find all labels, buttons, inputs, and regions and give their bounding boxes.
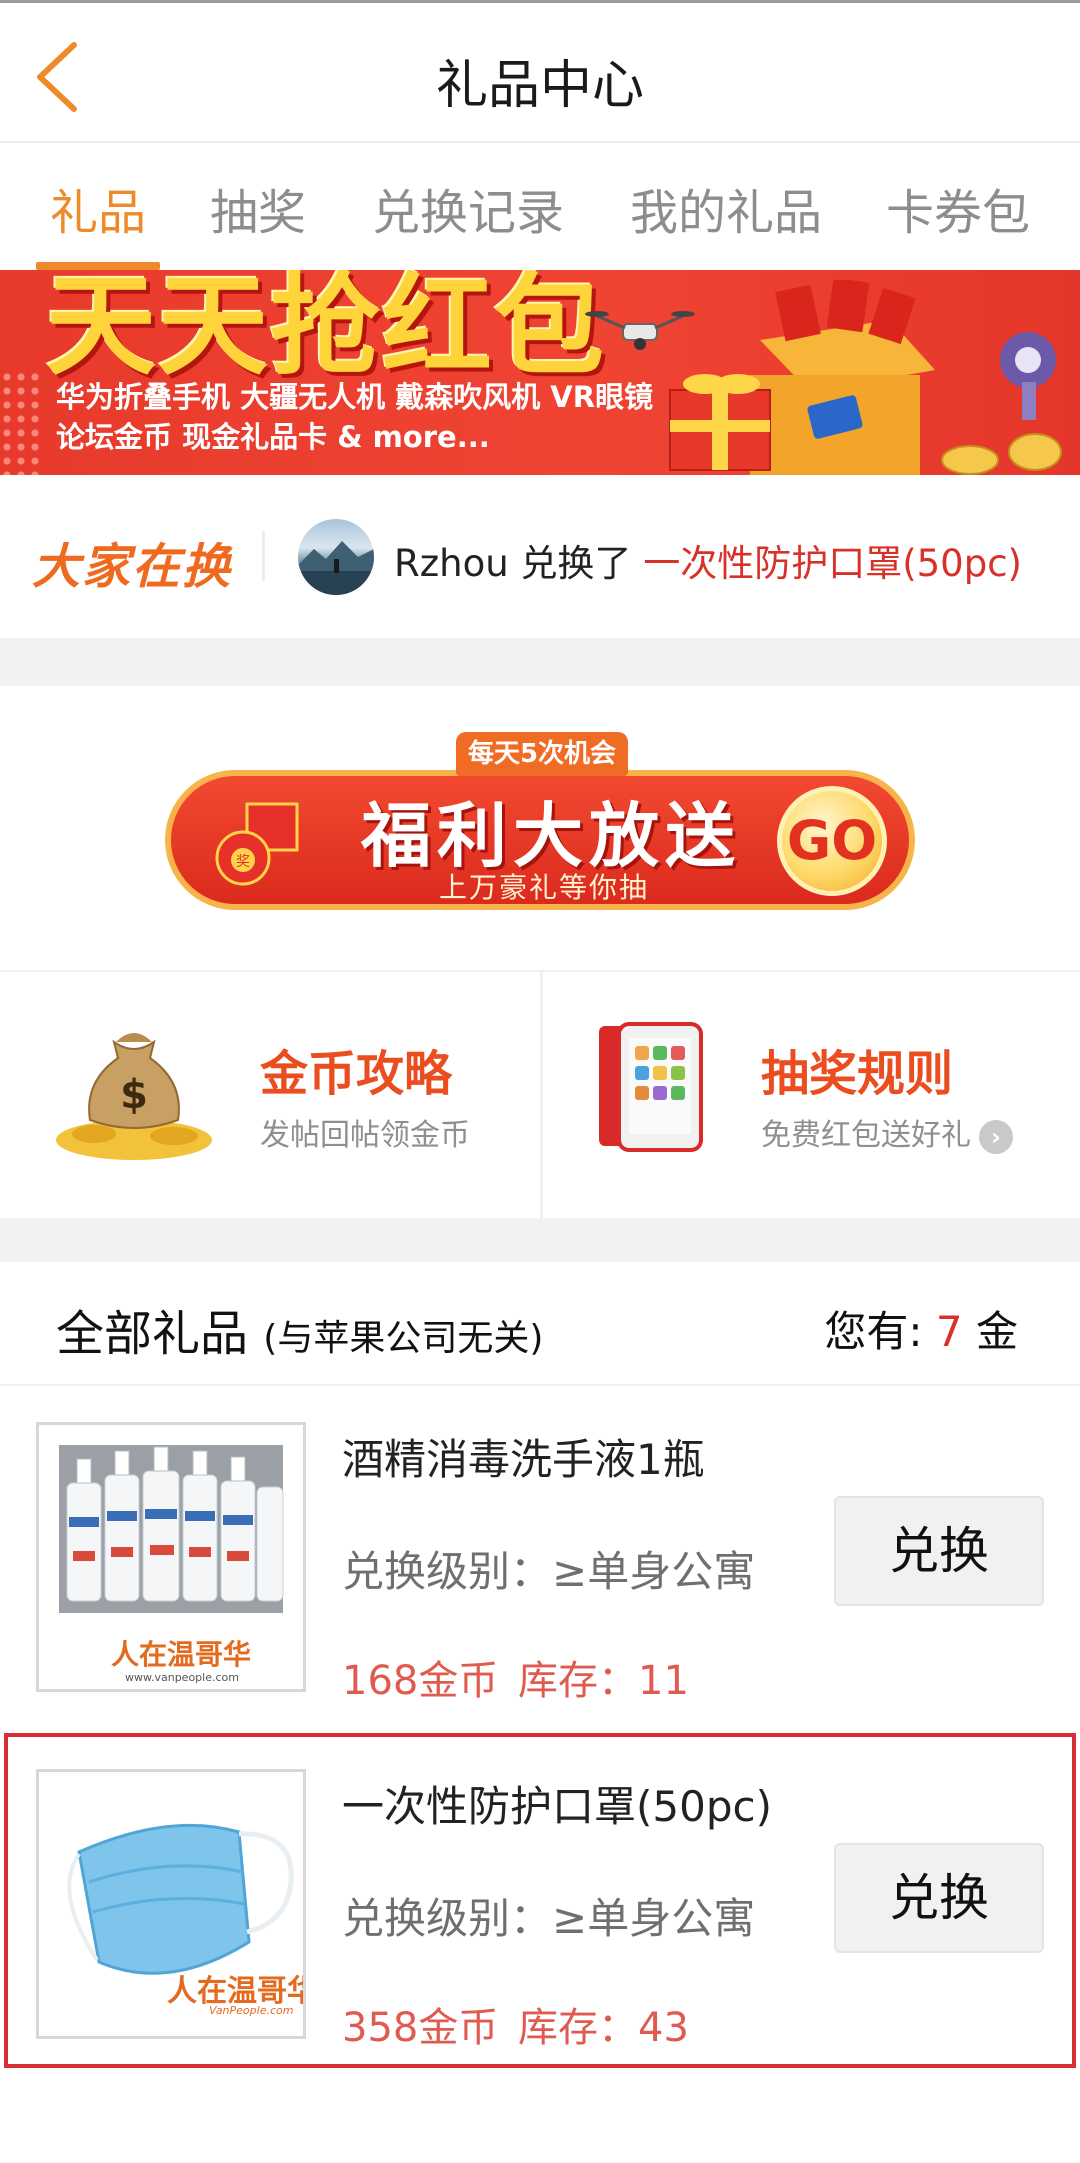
chevron-right-icon[interactable]: › xyxy=(979,1119,1013,1154)
active-tab-indicator xyxy=(36,262,160,270)
gift-item: 人在温哥华 VanPeople.com 一次性防护口罩(50pc) 兑换级别：≥… xyxy=(0,1733,1080,2078)
gift-price: 168金币 xyxy=(342,1658,499,1704)
exchange-button[interactable]: 兑换 xyxy=(834,1843,1044,1953)
gift-level: 兑换级别：≥单身公寓 xyxy=(342,1894,756,1943)
gift-stock: 库存：43 xyxy=(518,2005,689,2051)
daily-chances-badge: 每天5次机会 xyxy=(456,732,628,776)
gift-box-icon xyxy=(669,280,935,475)
gift-name[interactable]: 一次性防护口罩(50pc) xyxy=(342,1773,772,1834)
phone-icon xyxy=(599,1022,703,1152)
go-button[interactable]: GO xyxy=(777,786,887,896)
lottery-rules-subtitle: 免费红包送好礼 › xyxy=(761,1110,1013,1154)
balance-unit: 金 xyxy=(975,1307,1018,1356)
balance-prefix: 您有: xyxy=(824,1307,923,1356)
section-separator-2 xyxy=(0,1218,1080,1262)
svg-text:奖: 奖 xyxy=(236,853,250,870)
gold-coins-icon xyxy=(941,433,1062,475)
ticker-user[interactable]: Rzhou xyxy=(394,542,509,585)
gift-level: 兑换级别：≥单身公寓 xyxy=(342,1547,756,1596)
app-header: 礼品中心 xyxy=(0,3,1080,143)
watermark-url: www.vanpeople.com xyxy=(125,1671,239,1684)
gift-price: 358金币 xyxy=(342,2005,499,2051)
welfare-subtitle: 上万豪礼等你抽 xyxy=(439,871,650,904)
ticker-item[interactable]: 一次性防护口罩(50pc) xyxy=(643,542,1022,585)
tab-card-wallet[interactable]: 卡券包 xyxy=(886,173,1030,243)
gifts-section-header: 全部礼品 (与苹果公司无关) 您有: 7 金 xyxy=(0,1262,1080,1386)
coin-guide-card[interactable]: $ 金币攻略 发帖回帖领金币 xyxy=(0,972,540,1218)
info-cards: $ 金币攻略 发帖回帖领金币 抽奖规则 免费红包送好礼 › xyxy=(0,970,1080,1218)
gift-stock: 库存：11 xyxy=(518,1658,689,1704)
lottery-rules-title: 抽奖规则 xyxy=(761,1046,954,1102)
watermark-logo: 人在温哥华 xyxy=(111,1638,252,1671)
bottom-whitespace xyxy=(0,2080,1080,2163)
ticker-action: 兑换了 xyxy=(520,542,632,585)
tab-gifts[interactable]: 礼品 xyxy=(50,173,146,243)
hair-dryer-icon xyxy=(1000,332,1056,420)
gift-thumbnail-mask[interactable]: 人在温哥华 VanPeople.com xyxy=(36,1769,306,2039)
svg-text:$: $ xyxy=(120,1072,148,1118)
avatar[interactable] xyxy=(298,519,374,595)
coin-guide-title: 金币攻略 xyxy=(260,1046,453,1102)
tab-my-gifts[interactable]: 我的礼品 xyxy=(630,173,822,243)
gift-name[interactable]: 酒精消毒洗手液1瓶 xyxy=(342,1426,705,1487)
lottery-rules-card[interactable]: 抽奖规则 免费红包送好礼 › xyxy=(543,972,1080,1218)
tab-exchange-history[interactable]: 兑换记录 xyxy=(372,173,564,243)
gift-thumbnail-sanitizer[interactable]: 人在温哥华 www.vanpeople.com xyxy=(36,1422,306,1692)
money-bag-icon: $ xyxy=(56,1033,212,1160)
lottery-rules-subtitle-text: 免费红包送好礼 xyxy=(761,1118,971,1153)
lucky-bag-icon: 奖 xyxy=(215,802,299,886)
coin-guide-subtitle: 发帖回帖领金币 xyxy=(260,1118,470,1153)
welfare-lottery-banner[interactable]: 奖 福利大放送 上万豪礼等你抽 GO xyxy=(165,770,915,910)
ticker-message: Rzhou 兑换了 一次性防护口罩(50pc) xyxy=(394,533,1022,587)
exchange-ticker: 大家在换 Rzhou 兑换了 一次性防护口罩(50pc) xyxy=(0,475,1080,638)
page-title: 礼品中心 xyxy=(435,56,644,116)
gift-item: 人在温哥华 www.vanpeople.com 酒精消毒洗手液1瓶 兑换级别：≥… xyxy=(0,1386,1080,1731)
gifts-title-text: 全部礼品 xyxy=(56,1306,249,1362)
banner-prize-line-1: 华为折叠手机 大疆无人机 戴森吹风机 VR眼镜 xyxy=(56,380,654,414)
banner-prize-line-2: 论坛金币 现金礼品卡 & more... xyxy=(56,420,490,454)
ticker-divider xyxy=(262,531,265,581)
exchange-button[interactable]: 兑换 xyxy=(834,1496,1044,1606)
watermark-url: VanPeople.com xyxy=(209,2004,294,2017)
balance-value: 7 xyxy=(935,1307,963,1356)
coin-balance: 您有: 7 金 xyxy=(824,1298,1018,1359)
tab-bar: 礼品 抽奖 兑换记录 我的礼品 卡券包 xyxy=(0,145,1080,270)
section-separator xyxy=(0,638,1080,686)
ticker-label: 大家在换 xyxy=(32,539,233,595)
gifts-section-title: 全部礼品 (与苹果公司无关) xyxy=(56,1294,543,1364)
welfare-section: 每天5次机会 奖 福利大放送 上万豪礼等你抽 GO xyxy=(0,686,1080,970)
tab-lottery[interactable]: 抽奖 xyxy=(210,173,306,243)
gifts-disclaimer: (与苹果公司无关) xyxy=(263,1318,544,1359)
red-envelope-banner[interactable]: 天天抢红包 华为折叠手机 大疆无人机 戴森吹风机 VR眼镜 论坛金币 现金礼品卡… xyxy=(0,270,1080,475)
banner-dot-pattern xyxy=(0,370,40,475)
